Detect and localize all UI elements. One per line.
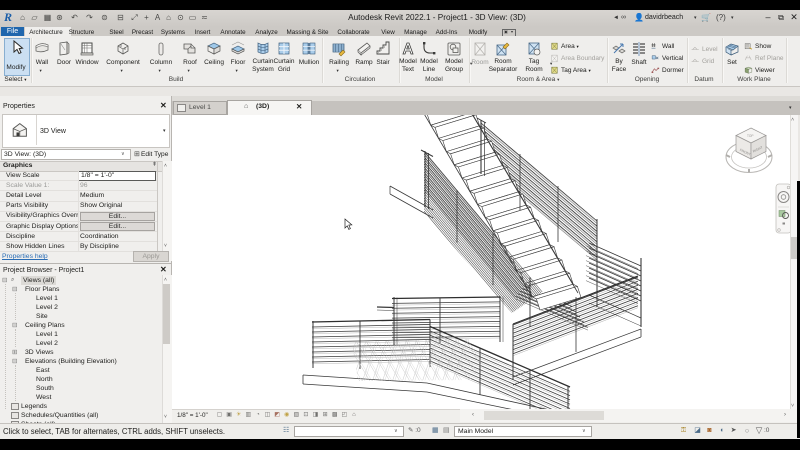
svg-text:TOP: TOP xyxy=(747,134,754,138)
